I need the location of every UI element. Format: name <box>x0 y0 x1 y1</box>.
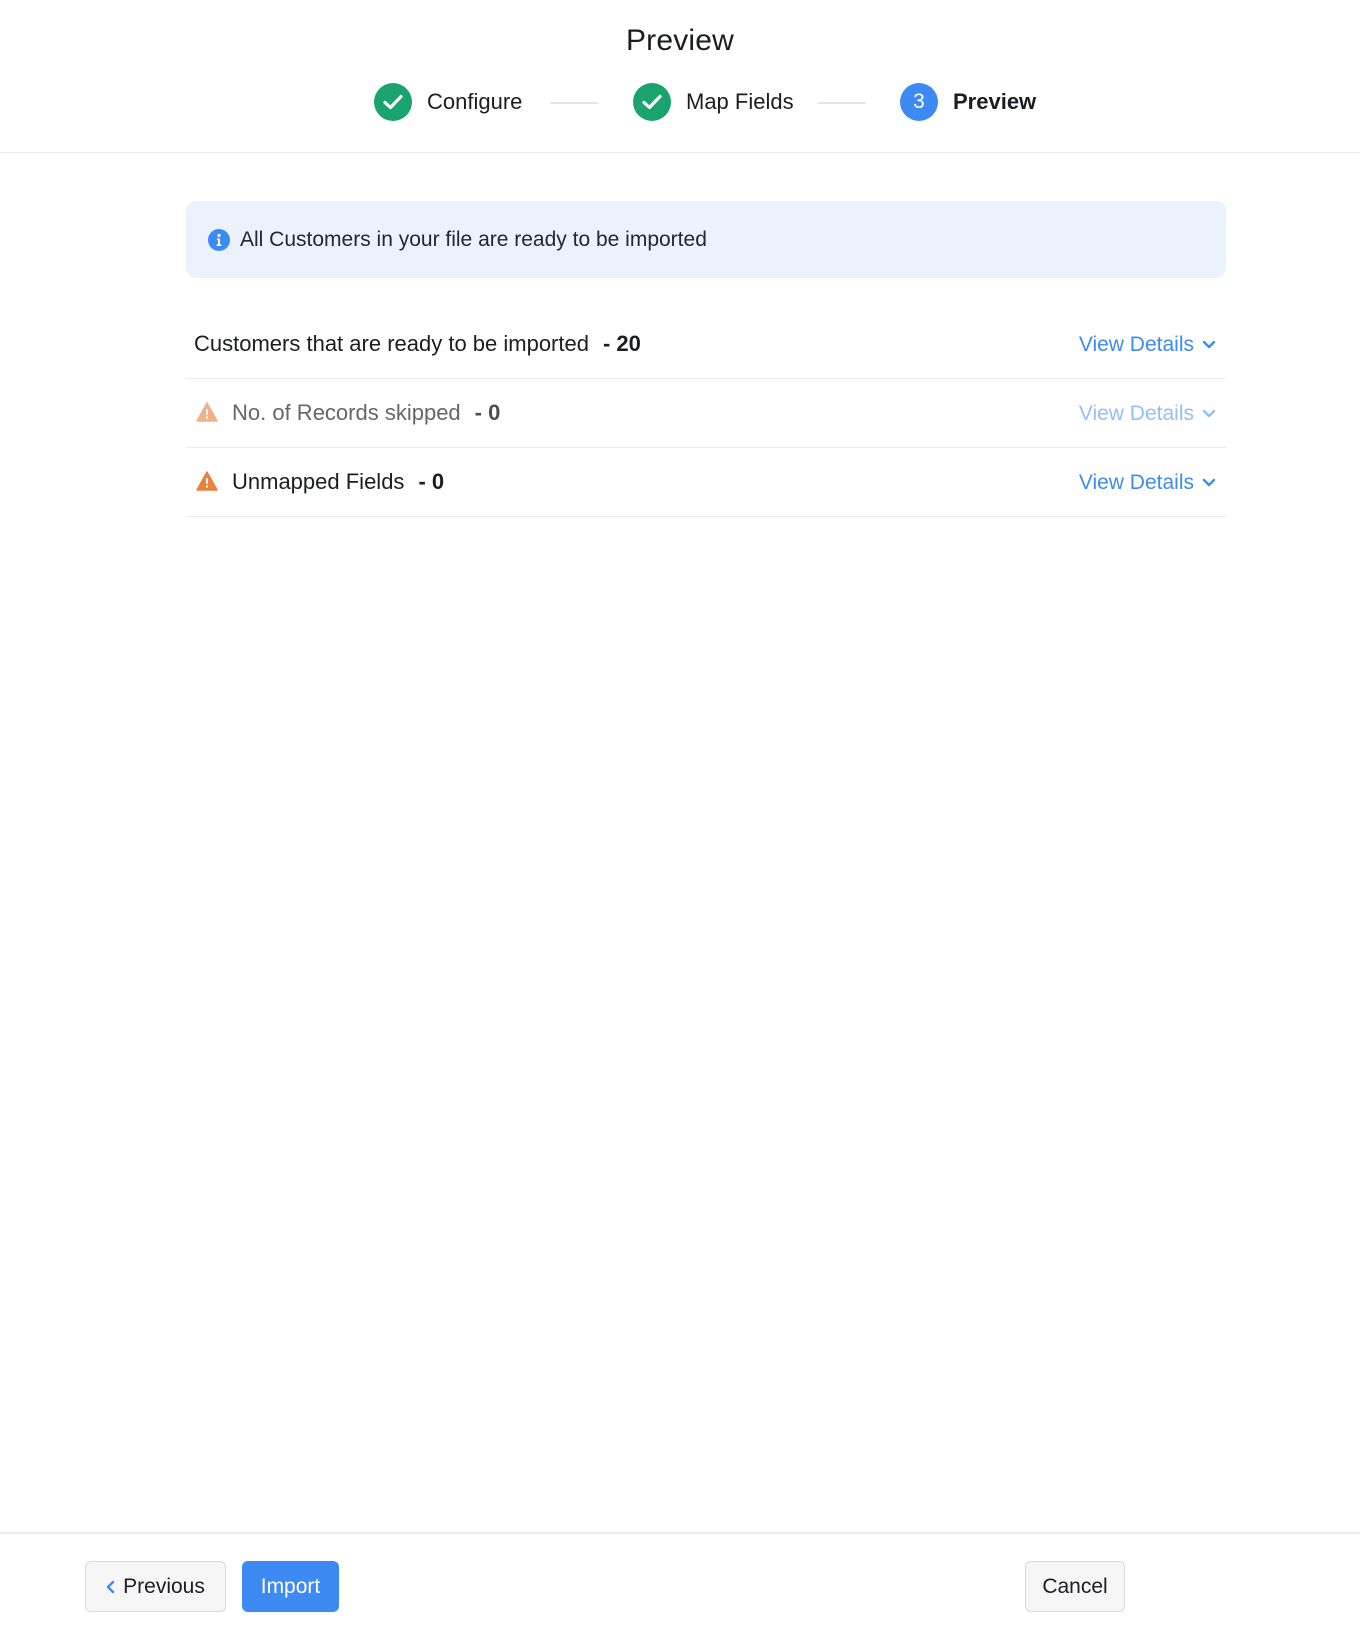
step-separator <box>818 102 866 104</box>
warning-icon <box>196 402 218 424</box>
summary-row-skipped: No. of Records skipped - 0 View Details <box>186 379 1226 448</box>
page-title: Preview <box>625 24 735 57</box>
view-details-link[interactable]: View Details <box>1079 448 1216 517</box>
stepper: Configure Map Fields 3 Preview <box>0 82 1360 122</box>
previous-button-label: Previous <box>123 1574 205 1598</box>
import-summary: Customers that are ready to be imported … <box>186 310 1226 517</box>
info-banner: All Customers in your file are ready to … <box>186 201 1226 278</box>
view-details-link[interactable]: View Details <box>1079 379 1216 448</box>
summary-row-ready: Customers that are ready to be imported … <box>186 310 1226 379</box>
step-number-badge: 3 <box>900 83 938 121</box>
view-details-label: View Details <box>1078 332 1194 356</box>
view-details-link[interactable]: View Details <box>1079 310 1216 379</box>
step-label: Map Fields <box>686 89 794 114</box>
row-label: Unmapped Fields <box>232 469 405 494</box>
view-details-label: View Details <box>1078 401 1194 425</box>
row-count: - 0 <box>474 400 501 425</box>
header: Preview Configure Map Fields 3 Preview <box>0 0 1360 153</box>
step-configure: Configure <box>374 82 522 122</box>
check-icon <box>374 83 412 121</box>
chevron-down-icon <box>1202 478 1216 487</box>
previous-button[interactable]: Previous <box>85 1561 226 1612</box>
step-preview: 3 Preview <box>900 82 1036 122</box>
import-button[interactable]: Import <box>242 1561 339 1612</box>
check-icon <box>633 83 671 121</box>
row-count: - 0 <box>418 469 445 494</box>
chevron-left-icon <box>106 1580 115 1593</box>
summary-row-unmapped: Unmapped Fields - 0 View Details <box>186 448 1226 517</box>
banner-message: All Customers in your file are ready to … <box>240 227 707 251</box>
row-count: - 20 <box>602 331 641 356</box>
step-map-fields: Map Fields <box>633 82 794 122</box>
row-label: No. of Records skipped <box>232 400 461 425</box>
info-icon <box>208 228 230 251</box>
import-preview-page: Preview Configure Map Fields 3 Preview A… <box>0 0 1360 1632</box>
step-separator <box>550 102 598 104</box>
step-label: Preview <box>953 89 1037 114</box>
view-details-label: View Details <box>1078 470 1194 494</box>
warning-icon <box>196 471 218 493</box>
footer-actions: Previous Import Cancel <box>0 1532 1360 1632</box>
chevron-down-icon <box>1202 409 1216 418</box>
cancel-button[interactable]: Cancel <box>1025 1561 1125 1612</box>
chevron-down-icon <box>1202 340 1216 349</box>
step-label: Configure <box>427 89 523 114</box>
row-label: Customers that are ready to be imported <box>194 331 589 356</box>
